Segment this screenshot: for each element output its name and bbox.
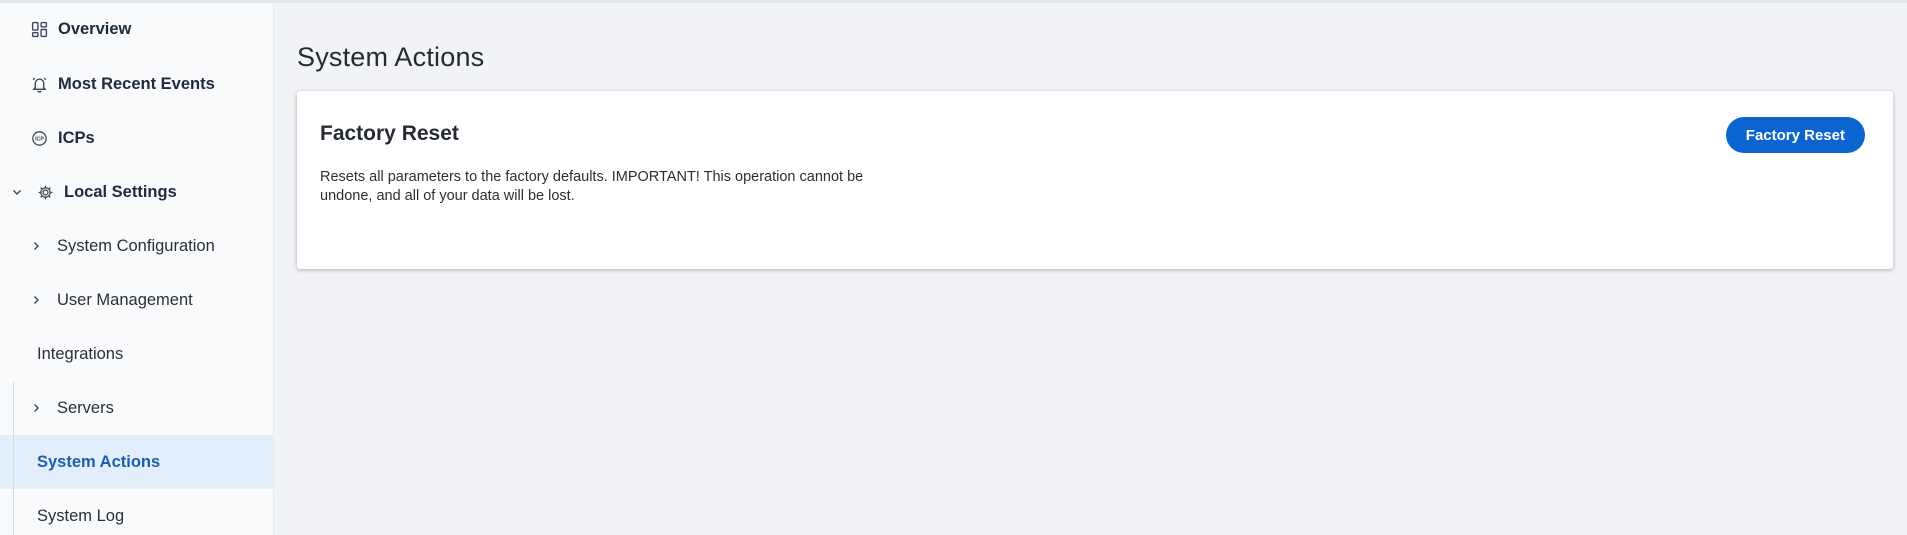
sidebar-item-label: ICPs [58,128,95,147]
sidebar-item-servers[interactable]: Servers [0,381,274,435]
chevron-right-icon [29,293,43,307]
icp-icon: ICP [30,129,48,147]
sidebar-item-label: User Management [57,290,193,309]
sidebar-item-label: System Configuration [57,236,215,255]
gear-icon [36,183,54,201]
chevron-down-icon [10,185,24,199]
chevron-right-icon [29,401,43,415]
factory-reset-card: Factory Reset Resets all parameters to t… [297,91,1893,269]
card-description: Resets all parameters to the factory def… [320,169,864,204]
main-content: System Actions Factory Reset Resets all … [274,0,1907,535]
app-window: Overview Most Recent Events ICP ICPs Loc… [0,0,1907,535]
top-divider [0,0,1907,3]
sidebar-item-label: System Actions [37,452,161,471]
svg-text:ICP: ICP [35,136,44,142]
bell-icon [30,75,48,93]
sidebar-item-most-recent-events[interactable]: Most Recent Events [0,57,274,111]
card-title: Factory Reset [320,122,459,145]
sidebar-item-label: Overview [58,19,132,38]
dashboard-icon [30,20,48,38]
factory-reset-button[interactable]: Factory Reset [1725,117,1865,153]
chevron-right-icon [29,239,43,253]
sidebar-item-label: Servers [57,398,114,417]
sidebar: Overview Most Recent Events ICP ICPs Loc… [0,0,274,535]
page-title: System Actions [297,42,485,72]
sidebar-item-label: Local Settings [64,182,177,201]
sidebar-item-icps[interactable]: ICP ICPs [0,111,274,165]
sidebar-item-overview[interactable]: Overview [0,2,274,56]
sidebar-item-label: Most Recent Events [58,74,215,93]
sidebar-item-local-settings[interactable]: Local Settings [0,165,274,219]
sidebar-item-integrations[interactable]: Integrations [0,327,274,381]
sidebar-item-system-actions[interactable]: System Actions [0,435,274,489]
sidebar-item-system-configuration[interactable]: System Configuration [0,219,274,273]
submenu-guide-line [13,382,14,535]
sidebar-item-label: System Log [37,506,125,525]
sidebar-item-label: Integrations [37,344,124,363]
sidebar-item-user-management[interactable]: User Management [0,273,274,327]
sidebar-item-system-log[interactable]: System Log [0,489,274,535]
